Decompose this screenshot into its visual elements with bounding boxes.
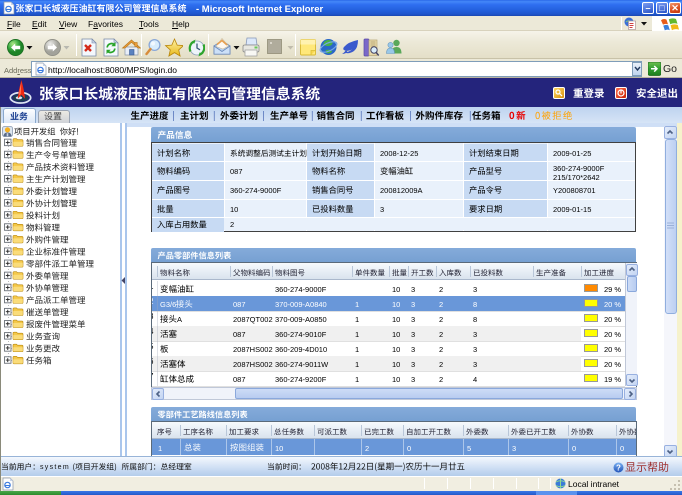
svg-text:?: ?: [616, 464, 621, 473]
